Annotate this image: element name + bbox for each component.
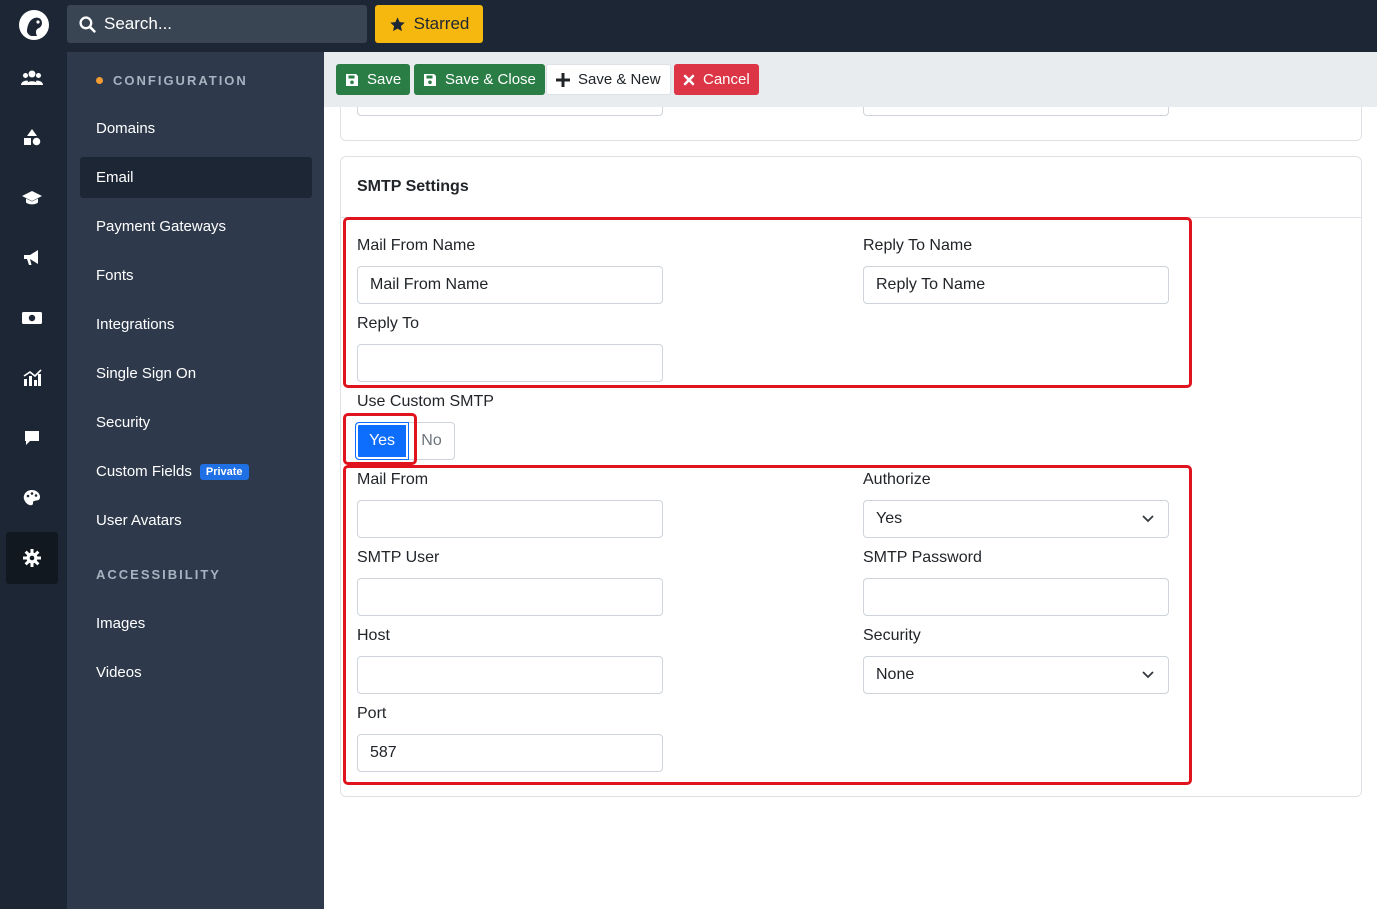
smtp-password-label: SMTP Password	[863, 549, 982, 566]
search-icon	[79, 15, 96, 33]
private-badge: Private	[199, 463, 249, 480]
configuration-heading: CONFIGURATION	[96, 73, 248, 88]
sidebar-item-email[interactable]: Email	[80, 157, 312, 198]
graduation-cap-icon[interactable]	[6, 172, 58, 224]
sidebar-item-fonts[interactable]: Fonts	[80, 255, 312, 296]
use-custom-smtp-no-button[interactable]: No	[409, 422, 455, 460]
shapes-icon[interactable]	[6, 112, 58, 164]
status-dot-icon	[96, 77, 103, 84]
security-label: Security	[863, 627, 921, 644]
sidebar-item-single-sign-on[interactable]: Single Sign On	[80, 353, 312, 394]
floppy-disk-icon	[346, 73, 358, 86]
users-icon[interactable]	[6, 52, 58, 104]
sidebar-item-custom-fields[interactable]: Custom Fields Private	[80, 451, 312, 492]
security-select[interactable]: None	[863, 656, 1169, 694]
palette-icon[interactable]	[6, 472, 58, 524]
sidebar-item-payment-gateways[interactable]: Payment Gateways	[80, 206, 312, 247]
save-new-button[interactable]: Save & New	[546, 64, 671, 95]
sidebar-item-user-avatars[interactable]: User Avatars	[80, 500, 312, 541]
settings-sidebar: CONFIGURATION Domains Email Payment Gate…	[67, 52, 324, 909]
chevron-down-icon	[1142, 515, 1154, 523]
icon-rail	[0, 52, 67, 909]
top-bar: Search... Starred	[0, 0, 1377, 52]
smtp-user-label: SMTP User	[357, 549, 440, 566]
close-icon	[683, 74, 695, 85]
smtp-settings-card: SMTP Settings Mail From Name Mail From N…	[340, 156, 1362, 797]
main-content: Save Save & Close Save & New Cancel SMTP…	[324, 52, 1377, 909]
floppy-disk-icon	[424, 73, 436, 86]
accessibility-heading: ACCESSIBILITY	[96, 567, 221, 582]
smtp-user-field[interactable]	[357, 578, 663, 616]
authorize-label: Authorize	[863, 471, 931, 488]
form-toolbar: Save Save & Close Save & New Cancel	[324, 52, 1377, 107]
port-label: Port	[357, 705, 387, 722]
authorize-select[interactable]: Yes	[863, 500, 1169, 538]
comment-icon[interactable]	[6, 412, 58, 464]
megaphone-icon[interactable]	[6, 232, 58, 284]
search-placeholder: Search...	[104, 14, 173, 33]
mail-from-name-field[interactable]: Mail From Name	[357, 266, 663, 304]
sidebar-item-security[interactable]: Security	[80, 402, 312, 443]
sidebar-item-videos[interactable]: Videos	[80, 652, 312, 693]
cancel-button[interactable]: Cancel	[674, 64, 759, 95]
starred-button[interactable]: Starred	[375, 5, 483, 43]
starred-label: Starred	[413, 14, 470, 33]
reply-to-name-label: Reply To Name	[863, 237, 973, 254]
use-custom-smtp-label: Use Custom SMTP	[357, 393, 494, 410]
card-header: SMTP Settings	[341, 157, 1361, 218]
sidebar-item-integrations[interactable]: Integrations	[80, 304, 312, 345]
chart-icon[interactable]	[6, 352, 58, 404]
mail-from-name-label: Mail From Name	[357, 237, 476, 254]
sidebar-item-images[interactable]: Images	[80, 603, 312, 644]
money-icon[interactable]	[6, 292, 58, 344]
mail-from-label: Mail From	[357, 471, 429, 488]
plus-icon	[556, 72, 570, 87]
reply-to-name-field[interactable]: Reply To Name	[863, 266, 1169, 304]
host-field[interactable]	[357, 656, 663, 694]
gear-icon[interactable]	[6, 532, 58, 584]
star-icon	[389, 16, 405, 31]
card-title: SMTP Settings	[357, 178, 469, 195]
save-button[interactable]: Save	[336, 64, 411, 95]
port-field[interactable]: 587	[357, 734, 663, 772]
save-close-button[interactable]: Save & Close	[414, 64, 545, 95]
smtp-password-field[interactable]	[863, 578, 1169, 616]
use-custom-smtp-yes-button[interactable]: Yes	[355, 422, 409, 460]
reply-to-label: Reply To	[357, 315, 419, 332]
mail-from-field[interactable]	[357, 500, 663, 538]
app-logo-icon[interactable]	[17, 8, 51, 42]
reply-to-field[interactable]	[357, 344, 663, 382]
chevron-down-icon	[1142, 671, 1154, 679]
sidebar-item-domains[interactable]: Domains	[80, 108, 312, 149]
global-search-input[interactable]: Search...	[67, 5, 367, 43]
host-label: Host	[357, 627, 390, 644]
